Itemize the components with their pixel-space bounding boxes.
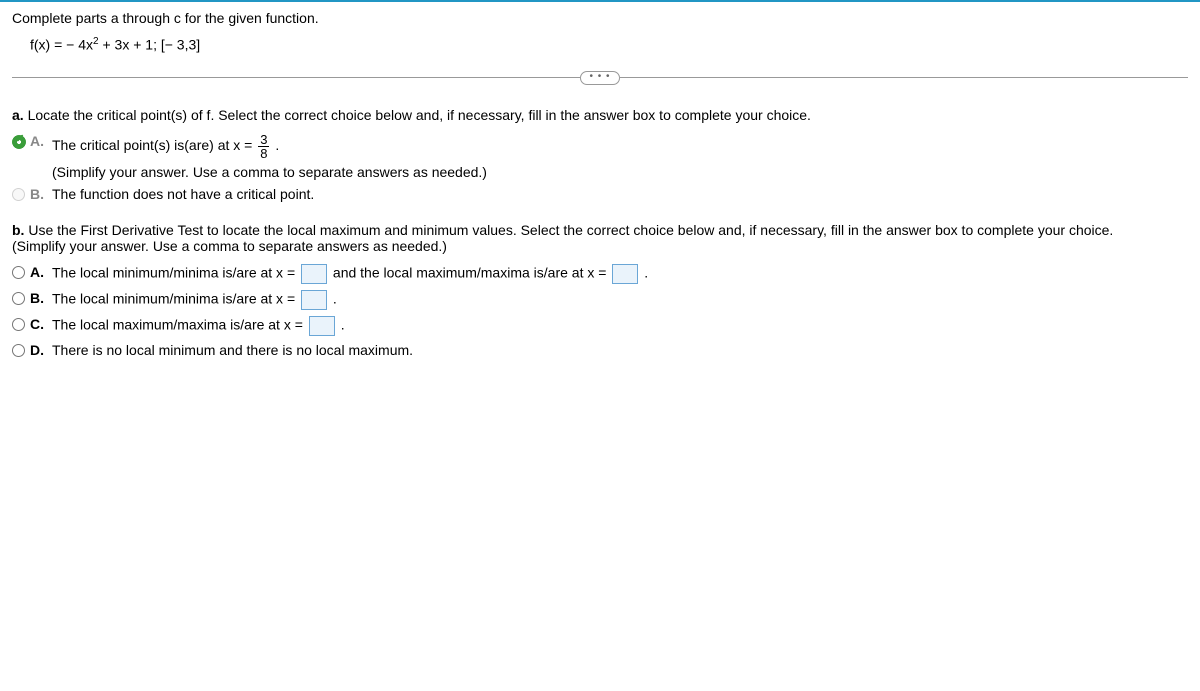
part-b-hint: (Simplify your answer. Use a comma to se… xyxy=(12,238,1188,254)
radio-button[interactable] xyxy=(12,344,25,357)
part-b-choice-b[interactable]: B. The local minimum/minima is/are at x … xyxy=(12,290,1188,310)
answer-input[interactable] xyxy=(309,316,335,336)
fraction-numerator: 3 xyxy=(258,133,269,147)
choice-letter-d: D. xyxy=(30,342,52,358)
radio-button[interactable] xyxy=(12,188,25,201)
choice-letter-c: C. xyxy=(30,316,52,332)
choice-b-text: The function does not have a critical po… xyxy=(52,186,1188,202)
function-definition: f(x) = − 4x2 + 3x + 1; [− 3,3] xyxy=(30,36,1188,53)
part-b-choice-d[interactable]: D. There is no local minimum and there i… xyxy=(12,342,1188,360)
choice-a-hint: (Simplify your answer. Use a comma to se… xyxy=(52,164,1188,180)
choice-a-text1: The local minimum/minima is/are at x = xyxy=(52,264,299,280)
radio-checked-icon[interactable] xyxy=(12,135,26,149)
choice-a-text3: . xyxy=(644,264,648,280)
fraction-denominator: 8 xyxy=(258,147,269,160)
part-a-choice-b[interactable]: B. The function does not have a critical… xyxy=(12,186,1188,204)
part-a-choice-a[interactable]: A. The critical point(s) is(are) at x = … xyxy=(12,133,1188,180)
radio-button[interactable] xyxy=(12,292,25,305)
divider-line-left xyxy=(12,77,580,78)
part-b-choice-c[interactable]: C. The local maximum/maxima is/are at x … xyxy=(12,316,1188,336)
choice-b-text1: The local minimum/minima is/are at x = xyxy=(52,290,299,306)
function-suffix: + 3x + 1; [− 3,3] xyxy=(99,37,201,53)
fraction-answer: 3 8 xyxy=(258,133,269,160)
choice-letter-b: B. xyxy=(30,186,52,202)
radio-button[interactable] xyxy=(12,266,25,279)
expand-button[interactable]: • • • xyxy=(580,71,619,85)
part-a-text: Locate the critical point(s) of f. Selec… xyxy=(24,107,811,123)
choice-a-text-before: The critical point(s) is(are) at x = xyxy=(52,137,256,153)
part-b-choice-a[interactable]: A. The local minimum/minima is/are at x … xyxy=(12,264,1188,284)
choice-letter-b: B. xyxy=(30,290,52,306)
choice-letter-a: A. xyxy=(30,133,52,149)
answer-input[interactable] xyxy=(612,264,638,284)
radio-button[interactable] xyxy=(12,318,25,331)
divider-line-right xyxy=(620,77,1188,78)
part-a-label: a. xyxy=(12,107,24,123)
question-intro: Complete parts a through c for the given… xyxy=(12,10,1188,26)
part-b-label: b. xyxy=(12,222,24,238)
choice-a-text2: and the local maximum/maxima is/are at x… xyxy=(333,264,610,280)
answer-input[interactable] xyxy=(301,290,327,310)
choice-c-text2: . xyxy=(341,316,345,332)
choice-b-text2: . xyxy=(333,290,337,306)
choice-d-text: There is no local minimum and there is n… xyxy=(52,342,1188,358)
part-a-prompt: a. Locate the critical point(s) of f. Se… xyxy=(12,107,1188,123)
choice-c-text1: The local maximum/maxima is/are at x = xyxy=(52,316,307,332)
part-b-text: Use the First Derivative Test to locate … xyxy=(24,222,1113,238)
choice-a-text-after: . xyxy=(275,137,279,153)
divider: • • • xyxy=(12,71,1188,85)
answer-input[interactable] xyxy=(301,264,327,284)
choice-letter-a: A. xyxy=(30,264,52,280)
part-b-prompt: b. Use the First Derivative Test to loca… xyxy=(12,222,1188,238)
function-prefix: f(x) = − 4x xyxy=(30,37,93,53)
